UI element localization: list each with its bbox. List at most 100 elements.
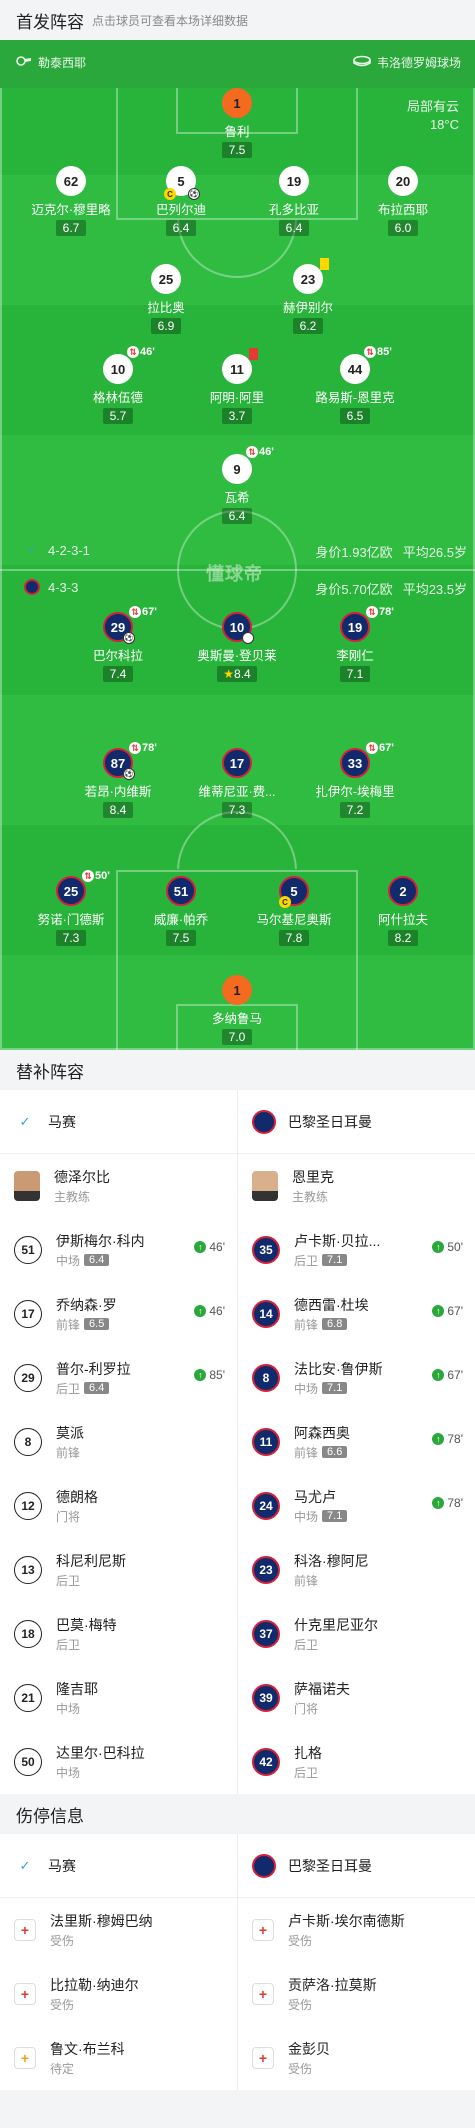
substitution-in-icon: ↑ xyxy=(194,1241,207,1253)
substitution-out-icon: ⇅ xyxy=(127,346,139,358)
sub-position: 后卫 xyxy=(294,1253,319,1268)
home-player[interactable]: 5 C ⚽ 巴列尔迪 6.4 xyxy=(126,166,236,237)
shirt-number: 51 xyxy=(14,1236,42,1264)
injury-row[interactable]: + 法里斯·穆姆巴纳 受伤 xyxy=(0,1898,237,1962)
player-number-disc: 25 xyxy=(63,883,79,899)
home-player[interactable]: 1 鲁利 7.5 xyxy=(182,88,292,159)
substitute-row[interactable]: 23 科洛·穆阿尼 前锋 xyxy=(238,1538,475,1602)
away-player[interactable]: 19 ⇅ 78' 李刚仁 7.1 xyxy=(300,606,410,683)
away-player[interactable]: 25 ⇅ 50' 努诺·门德斯 7.3 xyxy=(16,870,126,947)
home-player[interactable]: 19 孔多比亚 6.4 xyxy=(239,166,349,237)
away-player[interactable]: 33 ⇅ 67' 扎伊尔-埃梅里 7.2 xyxy=(300,742,410,819)
home-player[interactable]: 10 ⇅ 46' 格林伍德 5.7 xyxy=(63,346,173,425)
away-team-name: 巴黎圣日耳曼 xyxy=(288,1857,372,1874)
star-icon: ★ xyxy=(223,667,235,681)
player-number-disc: 33 xyxy=(347,755,363,771)
substitute-row[interactable]: 29 普尔-利罗拉 后卫 6.4 ↑ 85' xyxy=(0,1346,237,1410)
sub-in-minute: 50' xyxy=(447,1240,463,1254)
away-value: 身价5.70亿欧 xyxy=(315,582,393,597)
sub-position: 后卫 xyxy=(294,1637,319,1652)
substitute-row[interactable]: 13 科尼利尼斯 后卫 xyxy=(0,1538,237,1602)
player-rating: 8.4 xyxy=(103,802,133,818)
sub-position: 后卫 xyxy=(56,1573,81,1588)
player-rating: 7.3 xyxy=(222,802,252,818)
injury-title: 伤停信息 xyxy=(16,1806,84,1826)
away-player[interactable]: 51 威廉·帕乔 7.5 xyxy=(126,876,236,947)
sub-rating: 6.8 xyxy=(322,1318,348,1330)
home-player[interactable]: 20 布拉西耶 6.0 xyxy=(348,166,458,237)
substitute-row[interactable]: 35 卢卡斯·贝拉... 后卫 7.1 ↑ 50' xyxy=(238,1218,475,1282)
substitute-row[interactable]: 21 隆吉耶 中场 xyxy=(0,1666,237,1730)
lineup-title: 首发阵容 xyxy=(16,12,84,32)
substitute-row[interactable]: 42 扎格 后卫 xyxy=(238,1730,475,1794)
substitute-row[interactable]: 8 莫派 前锋 xyxy=(0,1410,237,1474)
away-stats: 身价5.70亿欧 平均23.5岁 xyxy=(315,579,467,598)
home-player[interactable]: 44 ⇅ 85' 路易斯-恩里克 6.5 xyxy=(300,346,410,425)
substitute-row[interactable]: 12 德朗格 门将 xyxy=(0,1474,237,1538)
away-team-header[interactable]: 巴黎圣日耳曼 xyxy=(238,1090,475,1154)
substitute-row[interactable]: 39 萨福诺夫 门将 xyxy=(238,1666,475,1730)
away-player[interactable]: 10 ✓ 奥斯曼·登贝莱 ★8.4 xyxy=(182,612,292,683)
home-team-header[interactable]: ✓ 马赛 xyxy=(0,1834,237,1898)
substitute-row[interactable]: 8 法比安·鲁伊斯 中场 7.1 ↑ 67' xyxy=(238,1346,475,1410)
home-player[interactable]: 9 ⇅ 46' 瓦希 6.4 xyxy=(182,446,292,525)
sub-rating: 6.5 xyxy=(84,1318,110,1330)
substitute-row[interactable]: 37 什克里尼亚尔 后卫 xyxy=(238,1602,475,1666)
substitution-out-icon: ⇅ xyxy=(129,606,141,618)
shirt-number: 8 xyxy=(14,1428,42,1456)
substitute-row[interactable]: 11 阿森西奥 前锋 6.6 ↑ 78' xyxy=(238,1410,475,1474)
injured-player-name: 法里斯·穆姆巴纳 xyxy=(50,1912,153,1929)
home-coach[interactable]: 德泽尔比 主教练 xyxy=(0,1154,237,1218)
player-number-disc: 11 xyxy=(230,361,244,377)
player-rating: 6.2 xyxy=(293,318,323,334)
home-player[interactable]: 11 阿明·阿里 3.7 xyxy=(182,348,292,425)
home-player[interactable]: 23 赫伊别尔 6.2 xyxy=(253,258,363,335)
player-number-disc: 51 xyxy=(166,876,196,906)
away-player[interactable]: 2 阿什拉夫 8.2 xyxy=(348,876,458,947)
injury-status: 受伤 xyxy=(288,2061,313,2076)
away-coach[interactable]: 恩里克 主教练 xyxy=(238,1154,475,1218)
player-name: 阿明·阿里 xyxy=(209,391,265,405)
home-team-header[interactable]: ✓ 马赛 xyxy=(0,1090,237,1154)
substitute-row[interactable]: 50 达里尔·巴科拉 中场 xyxy=(0,1730,237,1794)
injury-row[interactable]: + 贡萨洛·拉莫斯 受伤 xyxy=(238,1962,475,2026)
sub-position: 前锋 xyxy=(294,1445,319,1460)
injury-row[interactable]: + 比拉勒·纳迪尔 受伤 xyxy=(0,1962,237,2026)
player-number-disc: 1 xyxy=(222,88,252,118)
away-player[interactable]: 1 多纳鲁马 7.0 xyxy=(182,975,292,1046)
substitution-out-icon: ⇅ xyxy=(366,606,378,618)
substitute-row[interactable]: 51 伊斯梅尔·科内 中场 6.4 ↑ 46' xyxy=(0,1218,237,1282)
lineup-header: 首发阵容 点击球员可查看本场详细数据 xyxy=(0,0,475,40)
away-player[interactable]: 87 ⇅ 78' ⚽ 若昂·内维斯 8.4 xyxy=(63,742,173,819)
substitute-row[interactable]: 17 乔纳森·罗 前锋 6.5 ↑ 46' xyxy=(0,1282,237,1346)
away-team-header[interactable]: 巴黎圣日耳曼 xyxy=(238,1834,475,1898)
injury-status: 受伤 xyxy=(50,1997,75,2012)
weather-condition: 局部有云 xyxy=(406,99,459,114)
away-player[interactable]: 5 C 马尔基尼奥斯 7.8 xyxy=(239,876,349,947)
player-rating: 6.4 xyxy=(222,508,252,524)
sub-position: 中场 xyxy=(56,1765,81,1780)
sub-player-name: 科洛·穆阿尼 xyxy=(294,1552,369,1569)
sub-player-name: 马尤卢 xyxy=(294,1488,336,1505)
away-player[interactable]: 17 维蒂尼亚·费... 7.3 xyxy=(182,748,292,819)
substitute-row[interactable]: 14 德西雷·杜埃 前锋 6.8 ↑ 67' xyxy=(238,1282,475,1346)
home-player[interactable]: 62 迈克尔·穆里略 6.7 xyxy=(16,166,126,237)
away-team-name: 巴黎圣日耳曼 xyxy=(288,1113,372,1130)
sub-in-minute: 67' xyxy=(447,1304,463,1318)
substitute-row[interactable]: 18 巴莫·梅特 后卫 xyxy=(0,1602,237,1666)
substitute-row[interactable]: 24 马尤卢 中场 7.1 ↑ 78' xyxy=(238,1474,475,1538)
watermark: 懂球帝 xyxy=(206,564,263,584)
injury-row[interactable]: + 卢卡斯·埃尔南德斯 受伤 xyxy=(238,1898,475,1962)
substitution-in-icon: ↑ xyxy=(432,1497,445,1509)
player-name: 扎伊尔-埃梅里 xyxy=(315,785,395,799)
sub-minute: 50' xyxy=(95,870,110,882)
substitution-in-icon: ↑ xyxy=(194,1305,207,1317)
away-player[interactable]: 29 ⇅ 67' ⚽ 巴尔科拉 7.4 xyxy=(63,606,173,683)
player-number-disc: 23 xyxy=(300,271,316,287)
injury-row[interactable]: + 金彭贝 受伤 xyxy=(238,2026,475,2090)
shirt-number: 23 xyxy=(252,1556,280,1584)
shirt-number: 18 xyxy=(14,1620,42,1648)
sub-in-minute: 67' xyxy=(447,1368,463,1382)
home-player[interactable]: 25 拉比奥 6.9 xyxy=(111,264,221,335)
injury-row[interactable]: + 鲁文·布兰科 待定 xyxy=(0,2026,237,2090)
